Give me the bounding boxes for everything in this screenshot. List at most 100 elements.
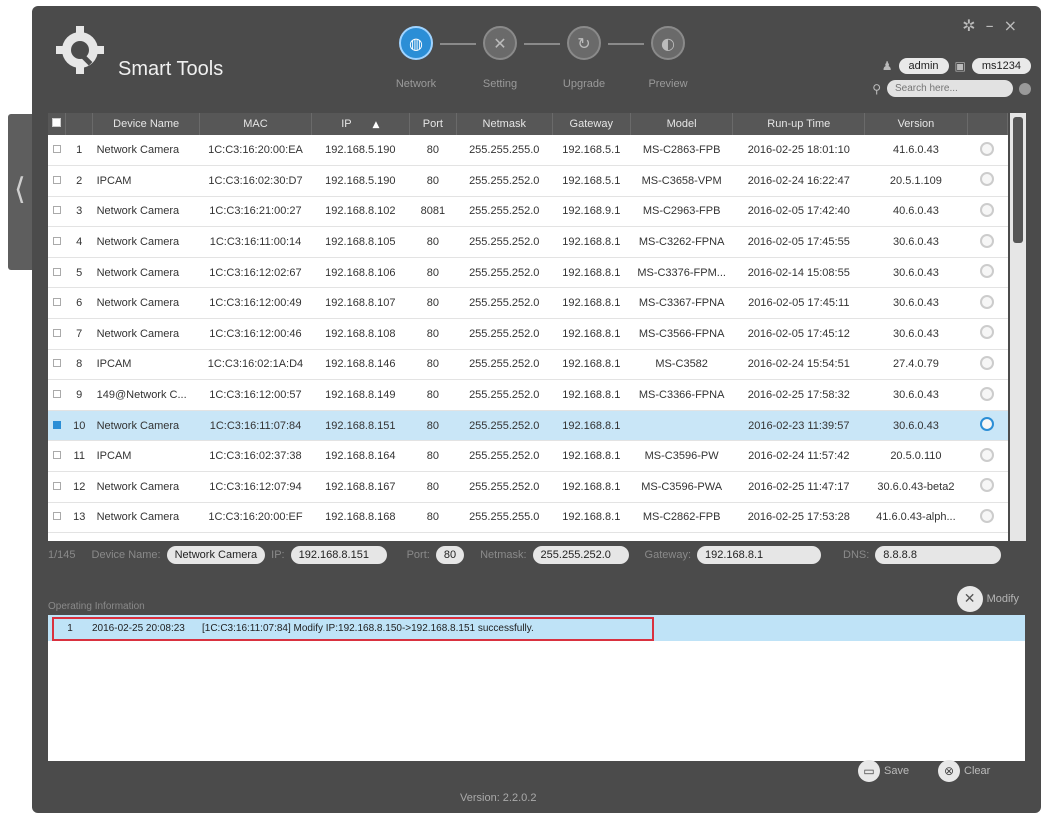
row-checkbox[interactable] bbox=[48, 135, 66, 167]
table-row[interactable]: 3 Network Camera 1C:C3:16:21:00:27 192.168.… bbox=[48, 196, 1008, 228]
row-action-button[interactable] bbox=[967, 502, 1008, 534]
cell-netmask: 255.255.252.0 bbox=[456, 379, 553, 411]
table-row[interactable]: 9 149@Network C... 1C:C3:16:12:00:57 192.16… bbox=[48, 379, 1008, 411]
cell-port: 80 bbox=[409, 440, 457, 473]
row-action-button[interactable] bbox=[967, 318, 1008, 350]
cell-gateway: 192.168.8.1 bbox=[552, 349, 631, 381]
col-ip[interactable]: IP ▲ bbox=[311, 113, 410, 135]
row-action-button[interactable] bbox=[967, 410, 1008, 442]
step-upgrade[interactable]: ↻ Upgrade bbox=[554, 26, 614, 90]
col-gateway[interactable]: Gateway bbox=[552, 113, 631, 135]
username-field[interactable]: admin bbox=[898, 58, 949, 74]
clear-button[interactable]: ⊗ Clear bbox=[938, 760, 990, 782]
cell-runup: 2016-02-05 17:45:55 bbox=[732, 226, 865, 258]
row-checkbox[interactable] bbox=[48, 287, 66, 320]
row-action-button[interactable] bbox=[967, 379, 1008, 411]
dns-field[interactable]: 8.8.8.8 bbox=[875, 546, 1002, 564]
row-checkbox[interactable] bbox=[48, 165, 66, 197]
step-preview[interactable]: ◐ Preview bbox=[638, 26, 698, 90]
cell-port: 80 bbox=[409, 349, 457, 381]
modify-button[interactable]: ✕ Modify bbox=[956, 586, 1019, 612]
device-name-field[interactable]: Network Camera bbox=[166, 546, 266, 564]
row-number: 5 bbox=[65, 257, 93, 289]
search-row: ⚲ bbox=[872, 80, 1031, 97]
row-checkbox[interactable] bbox=[48, 226, 66, 258]
ip-field[interactable]: 192.168.8.151 bbox=[290, 546, 387, 564]
device-count: 1/145 bbox=[48, 549, 76, 561]
table-row[interactable]: 5 Network Camera 1C:C3:16:12:02:67 192.168.… bbox=[48, 257, 1008, 289]
table-row[interactable]: 1 Network Camera 1C:C3:16:20:00:EA 192.168.… bbox=[48, 135, 1008, 167]
row-checkbox[interactable] bbox=[48, 440, 66, 473]
step-network[interactable]: ◍ Network bbox=[386, 26, 446, 90]
port-field[interactable]: 80 bbox=[435, 546, 465, 564]
cell-runup: 2016-02-25 11:47:17 bbox=[732, 471, 865, 503]
table-row[interactable]: 6 Network Camera 1C:C3:16:12:00:49 192.168.… bbox=[48, 287, 1008, 320]
row-action-button[interactable] bbox=[967, 257, 1008, 289]
row-action-button[interactable] bbox=[967, 196, 1008, 228]
table-row[interactable]: 13 Network Camera 1C:C3:16:20:00:EF 192.168… bbox=[48, 502, 1008, 534]
side-panel-handle[interactable]: ⟨ bbox=[8, 114, 34, 270]
cell-name: IPCAM bbox=[92, 440, 200, 473]
col-netmask[interactable]: Netmask bbox=[456, 113, 553, 135]
row-checkbox[interactable] bbox=[48, 349, 66, 381]
search-button[interactable] bbox=[1019, 82, 1031, 95]
cell-ip: 192.168.8.107 bbox=[311, 287, 410, 320]
netmask-field[interactable]: 255.255.252.0 bbox=[532, 546, 629, 564]
clear-icon: ⊗ bbox=[938, 760, 960, 782]
settings-icon[interactable]: ✲ bbox=[962, 16, 985, 35]
scrollbar-thumb[interactable] bbox=[1013, 117, 1023, 243]
table-row[interactable]: 11 IPCAM 1C:C3:16:02:37:38 192.168.8.164 80 2… bbox=[48, 440, 1008, 473]
row-action-button[interactable] bbox=[967, 226, 1008, 258]
row-checkbox[interactable] bbox=[48, 410, 66, 442]
col-runup-time[interactable]: Run-up Time bbox=[732, 113, 866, 135]
cell-version: 30.6.0.43 bbox=[864, 287, 968, 320]
gateway-field[interactable]: 192.168.8.1 bbox=[697, 546, 822, 564]
close-icon[interactable]: × bbox=[1004, 16, 1027, 35]
col-mac[interactable]: MAC bbox=[199, 113, 312, 135]
camera-icon bbox=[980, 264, 995, 279]
cell-gateway: 192.168.5.1 bbox=[552, 165, 631, 197]
step-setting[interactable]: ✕ Setting bbox=[470, 26, 530, 90]
row-checkbox[interactable] bbox=[48, 379, 66, 411]
row-checkbox[interactable] bbox=[48, 502, 66, 534]
cell-mac: 1C:C3:16:02:30:D7 bbox=[199, 165, 312, 197]
table-row[interactable]: 8 IPCAM 1C:C3:16:02:1A:D4 192.168.8.146 80 25… bbox=[48, 349, 1008, 381]
row-action-button[interactable] bbox=[967, 440, 1008, 473]
minimize-icon[interactable]: – bbox=[986, 16, 1004, 35]
row-checkbox[interactable] bbox=[48, 196, 66, 228]
select-all-checkbox[interactable] bbox=[48, 113, 67, 135]
row-action-button[interactable] bbox=[967, 349, 1008, 381]
cell-runup: 2016-02-24 15:54:51 bbox=[732, 349, 865, 381]
table-row[interactable]: 10 Network Camera 1C:C3:16:11:07:84 192.168… bbox=[48, 410, 1008, 442]
table-row[interactable]: 4 Network Camera 1C:C3:16:11:00:14 192.168.… bbox=[48, 226, 1008, 258]
col-port[interactable]: Port bbox=[409, 113, 457, 135]
cell-netmask: 255.255.252.0 bbox=[456, 349, 553, 381]
row-checkbox[interactable] bbox=[48, 318, 66, 350]
cell-version: 40.6.0.43 bbox=[864, 196, 968, 228]
cell-version: 41.6.0.43-alph... bbox=[864, 502, 968, 534]
cell-mac: 1C:C3:16:12:00:49 bbox=[199, 287, 312, 320]
row-number: 1 bbox=[65, 135, 93, 167]
search-input[interactable] bbox=[887, 80, 1013, 97]
save-button[interactable]: ▭ Save bbox=[858, 760, 909, 782]
globe-icon: ◍ bbox=[399, 26, 433, 60]
password-field[interactable]: ms1234 bbox=[971, 58, 1031, 74]
cell-mac: 1C:C3:16:02:37:38 bbox=[199, 440, 312, 473]
col-device-name[interactable]: Device Name bbox=[92, 113, 201, 135]
table-scrollbar[interactable] bbox=[1010, 113, 1026, 541]
row-action-button[interactable] bbox=[967, 471, 1008, 503]
cell-ip: 192.168.8.149 bbox=[311, 379, 410, 411]
camera-icon bbox=[980, 141, 995, 156]
table-row[interactable]: 2 IPCAM 1C:C3:16:02:30:D7 192.168.5.190 80 25… bbox=[48, 165, 1008, 197]
table-row[interactable]: 12 Network Camera 1C:C3:16:12:07:94 192.168… bbox=[48, 471, 1008, 503]
row-checkbox[interactable] bbox=[48, 257, 66, 289]
row-action-button[interactable] bbox=[967, 135, 1008, 167]
cell-name: IPCAM bbox=[92, 349, 200, 381]
row-checkbox[interactable] bbox=[48, 471, 66, 503]
col-model[interactable]: Model bbox=[630, 113, 734, 135]
table-row[interactable]: 7 Network Camera 1C:C3:16:12:00:46 192.168.… bbox=[48, 318, 1008, 350]
col-version[interactable]: Version bbox=[864, 113, 968, 135]
row-action-button[interactable] bbox=[967, 165, 1008, 197]
row-action-button[interactable] bbox=[967, 287, 1008, 320]
device-info-bar: 1/145 Device Name: Network Camera IP: 19… bbox=[48, 544, 1028, 566]
